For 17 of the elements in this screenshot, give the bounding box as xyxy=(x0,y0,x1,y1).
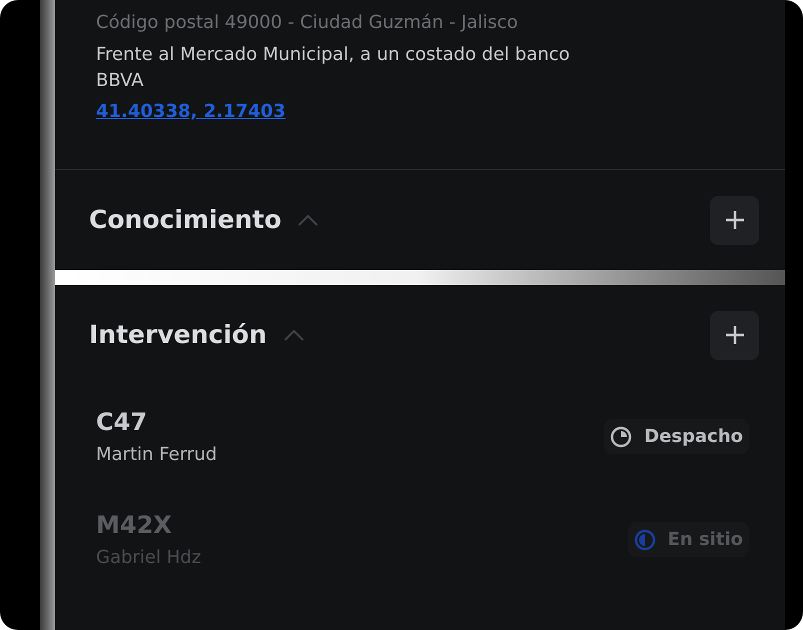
plus-icon xyxy=(724,210,744,230)
status-label: En sitio xyxy=(668,528,743,552)
half-circle-icon xyxy=(634,528,656,550)
coordinates-link[interactable]: 41.40338, 2.17403 xyxy=(96,99,286,125)
clock-icon xyxy=(610,426,632,448)
unit-code: C47 xyxy=(96,406,148,438)
postal-code-text: Código postal 49000 - Ciudad Guzmán - Jalisco xyxy=(96,11,519,35)
reference-text: Frente al Mercado Municipal, a un costado del banco BBVA xyxy=(96,43,571,93)
section-title: Conocimiento xyxy=(89,204,282,236)
section-title: Intervención xyxy=(89,319,267,352)
unit-person: Martin Ferrud xyxy=(96,442,217,466)
unit-code: M42X xyxy=(96,510,173,540)
add-button[interactable] xyxy=(710,310,759,360)
unit-person: Gabriel Hdz xyxy=(96,546,202,570)
status-label: Despacho xyxy=(644,425,743,449)
add-button[interactable] xyxy=(710,196,759,244)
plus-icon xyxy=(724,325,744,345)
